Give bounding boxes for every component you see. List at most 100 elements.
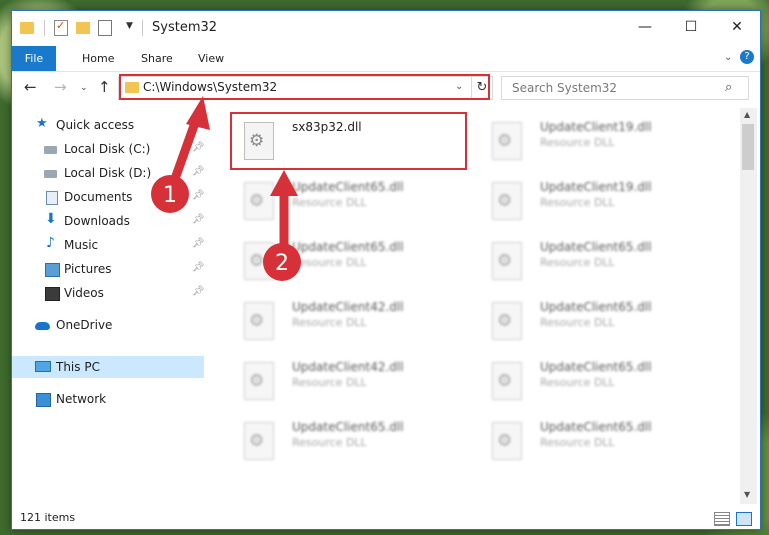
file-item[interactable]: UpdateClient65.dll Resource DLL xyxy=(478,292,714,348)
sidebar-item-network[interactable]: Network xyxy=(12,388,204,410)
file-type: Resource DLL xyxy=(540,316,615,329)
dll-file-icon xyxy=(244,302,274,340)
dll-file-icon xyxy=(492,302,522,340)
file-item[interactable]: UpdateClient65.dll Resource DLL xyxy=(478,352,714,408)
file-item[interactable]: UpdateClient19.dll Resource DLL xyxy=(478,172,714,228)
search-box[interactable]: Search System32 ⌕ xyxy=(501,76,749,100)
file-type: Resource DLL xyxy=(540,196,615,209)
pin-icon[interactable]: 📌︎ xyxy=(192,238,205,249)
sidebar-item-videos[interactable]: Videos 📌︎ xyxy=(12,282,205,304)
file-name: UpdateClient65.dll xyxy=(292,180,404,194)
file-name: UpdateClient42.dll xyxy=(292,360,404,374)
dll-file-icon xyxy=(244,362,274,400)
file-type: Resource DLL xyxy=(540,256,615,269)
dll-file-icon xyxy=(492,122,522,160)
documents-icon xyxy=(46,191,58,205)
drive-icon xyxy=(44,170,57,178)
help-icon[interactable]: ? xyxy=(740,50,754,64)
music-icon: ♪ xyxy=(46,235,55,251)
file-item[interactable]: UpdateClient42.dll Resource DLL xyxy=(230,292,466,348)
window-title: System32 xyxy=(152,20,218,35)
sidebar-item-music[interactable]: ♪ Music 📌︎ xyxy=(12,234,205,256)
sidebar-item-label: This PC xyxy=(56,360,100,374)
dll-file-icon xyxy=(244,182,274,220)
navigation-bar: ← → ⌄ ↑ C:\Windows\System32 ⌄ ↻ Search S… xyxy=(12,72,760,104)
title-bar: ▼ System32 — ☐ ✕ xyxy=(12,11,760,45)
pin-icon[interactable]: 📌︎ xyxy=(192,286,205,297)
details-view-icon[interactable] xyxy=(714,512,730,526)
properties-check-icon[interactable] xyxy=(54,19,68,36)
pin-icon[interactable]: 📌︎ xyxy=(192,214,205,225)
file-type: Resource DLL xyxy=(292,256,367,269)
file-item[interactable]: UpdateClient65.dll Resource DLL xyxy=(230,172,466,228)
forward-arrow-icon[interactable]: → xyxy=(54,78,67,96)
file-type: Resource DLL xyxy=(292,316,367,329)
file-item[interactable]: UpdateClient19.dll Resource DLL xyxy=(478,112,714,168)
sidebar-item-onedrive[interactable]: OneDrive xyxy=(12,314,204,336)
vertical-scrollbar[interactable]: ▲ ▼ xyxy=(740,108,757,504)
minimize-button[interactable]: — xyxy=(622,11,668,43)
chevron-down-icon[interactable]: ⌄ xyxy=(724,52,732,63)
file-name: UpdateClient65.dll xyxy=(540,360,652,374)
tiles-view-icon[interactable] xyxy=(736,512,752,526)
file-item[interactable]: UpdateClient42.dll Resource DLL xyxy=(230,352,466,408)
file-type: Resource DLL xyxy=(540,376,615,389)
sidebar-item-label: Downloads xyxy=(64,214,130,228)
sidebar-item-label: Local Disk (D:) xyxy=(64,166,152,180)
close-button[interactable]: ✕ xyxy=(714,11,760,43)
file-type: Resource DLL xyxy=(292,436,367,449)
address-highlight-box xyxy=(119,74,490,100)
pin-icon[interactable]: 📌︎ xyxy=(192,190,205,201)
up-arrow-icon[interactable]: ↑ xyxy=(98,78,111,96)
videos-icon xyxy=(45,287,60,301)
sidebar-item-documents[interactable]: Documents 📌︎ xyxy=(12,186,205,208)
file-type: Resource DLL xyxy=(292,196,367,209)
file-name: UpdateClient65.dll xyxy=(540,420,652,434)
search-input[interactable]: Search System32 xyxy=(512,81,617,95)
sidebar-item-local-disk-d[interactable]: Local Disk (D:) 📌︎ xyxy=(12,162,205,184)
file-item[interactable]: UpdateClient65.dll Resource DLL xyxy=(230,412,466,468)
network-icon xyxy=(36,393,51,407)
file-item[interactable]: UpdateClient65.dll Resource DLL xyxy=(478,412,714,468)
status-bar: 121 items xyxy=(12,507,760,529)
item-count: 121 items xyxy=(20,511,76,524)
file-name: UpdateClient42.dll xyxy=(292,300,404,314)
sidebar-item-label: Quick access xyxy=(56,118,135,132)
sidebar-item-this-pc[interactable]: This PC xyxy=(12,356,204,378)
file-item[interactable]: UpdateClient65.dll Resource DLL xyxy=(230,232,466,288)
sidebar-item-label: Pictures xyxy=(64,262,112,276)
tab-file[interactable]: File xyxy=(12,46,56,71)
file-item[interactable]: UpdateClient65.dll Resource DLL xyxy=(478,232,714,288)
sidebar-item-downloads[interactable]: ⬇ Downloads 📌︎ xyxy=(12,210,205,232)
search-icon[interactable]: ⌕ xyxy=(725,80,732,95)
scroll-down-icon[interactable]: ▼ xyxy=(744,490,750,499)
recent-locations-chevron-icon[interactable]: ⌄ xyxy=(80,83,88,93)
drive-icon xyxy=(44,146,57,154)
file-name: UpdateClient65.dll xyxy=(540,240,652,254)
divider xyxy=(44,20,45,36)
file-name: UpdateClient65.dll xyxy=(540,300,652,314)
pin-icon[interactable]: 📌︎ xyxy=(192,166,205,177)
pin-icon[interactable]: 📌︎ xyxy=(192,262,205,273)
sidebar-item-quick-access[interactable]: ★ Quick access xyxy=(12,114,204,136)
dll-file-icon xyxy=(244,242,274,280)
quick-access-toolbar-icon[interactable] xyxy=(98,20,112,36)
tab-home[interactable]: Home xyxy=(70,46,126,71)
maximize-button[interactable]: ☐ xyxy=(668,11,714,43)
dll-file-icon xyxy=(244,422,274,460)
sidebar-item-local-disk-c[interactable]: Local Disk (C:) 📌︎ xyxy=(12,138,205,160)
chevron-down-icon[interactable]: ▼ xyxy=(126,21,133,37)
new-folder-icon[interactable] xyxy=(76,22,90,34)
computer-icon xyxy=(35,361,51,372)
folder-icon xyxy=(20,22,34,34)
navigation-pane: ★ Quick access Local Disk (C:) 📌︎ Local … xyxy=(12,108,205,504)
pin-icon[interactable]: 📌︎ xyxy=(192,142,205,153)
sidebar-item-label: Videos xyxy=(64,286,104,300)
tab-share[interactable]: Share xyxy=(129,46,185,71)
sidebar-item-label: Documents xyxy=(64,190,133,204)
scrollbar-thumb[interactable] xyxy=(742,124,754,170)
sidebar-item-pictures[interactable]: Pictures 📌︎ xyxy=(12,258,205,280)
back-arrow-icon[interactable]: ← xyxy=(24,78,37,96)
scroll-up-icon[interactable]: ▲ xyxy=(744,110,750,119)
tab-view[interactable]: View xyxy=(186,46,236,71)
